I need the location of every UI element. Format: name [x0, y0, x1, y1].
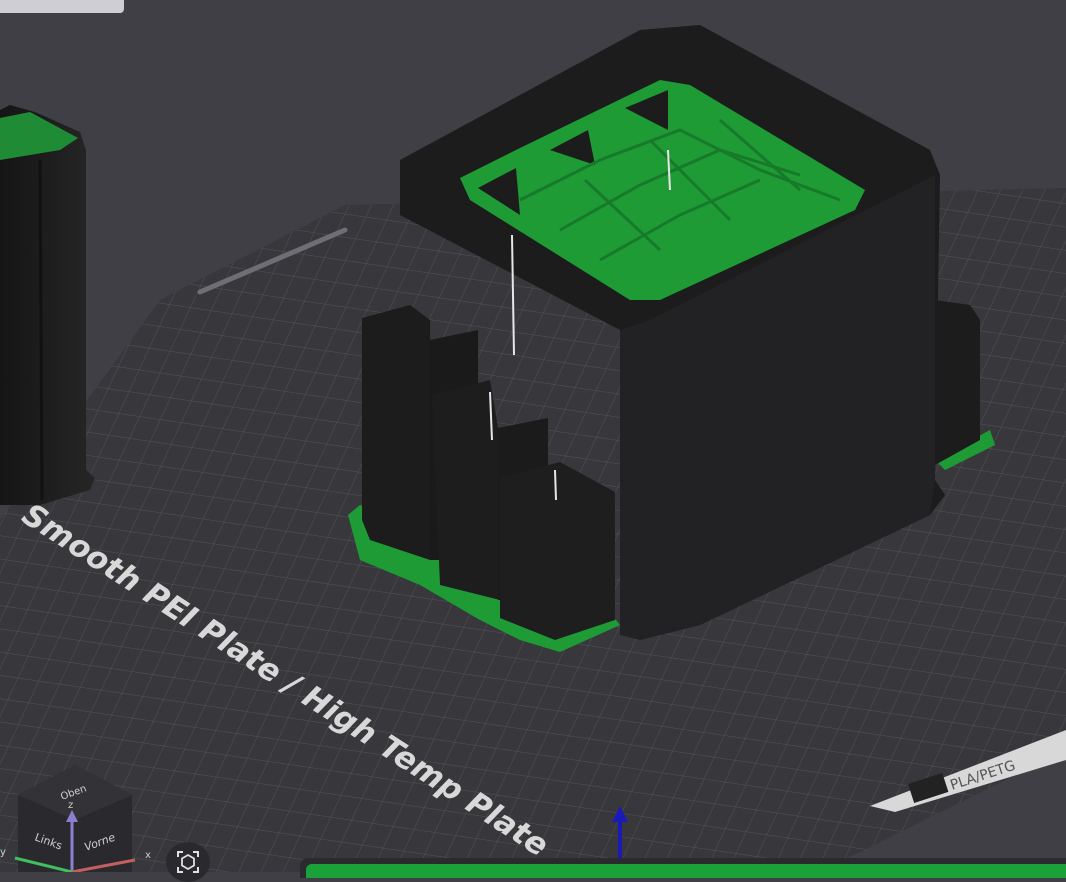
view-fit-icon [177, 851, 199, 873]
axis-x-label: x [145, 850, 151, 861]
axis-z-label: z [68, 800, 73, 811]
axis-y-label: y [0, 847, 6, 858]
left-pillar-model[interactable] [0, 105, 95, 505]
bottom-progress-bar [306, 864, 1066, 878]
view-fit-button[interactable] [166, 842, 210, 882]
3d-viewport[interactable]: Smooth PEI Plate / High Temp Plate PLA/P… [0, 0, 1066, 872]
